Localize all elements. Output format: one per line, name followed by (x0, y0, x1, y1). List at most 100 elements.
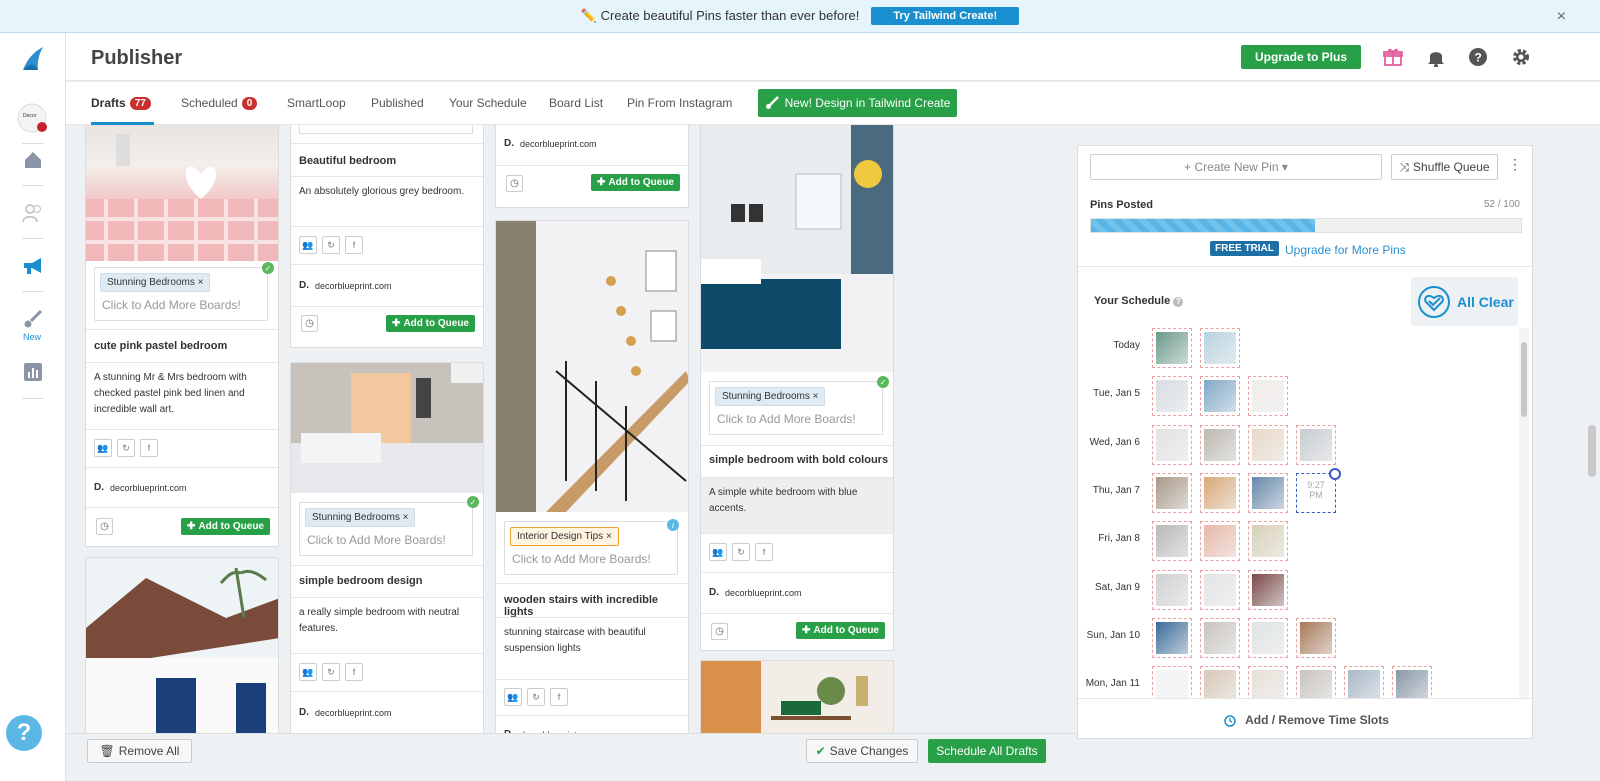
remove-tag-icon[interactable]: × (813, 391, 819, 402)
design-brush-icon[interactable] (21, 307, 45, 331)
board-selector[interactable]: Stunning Bedrooms × Click to Add More Bo… (299, 502, 473, 556)
scheduled-pin-thumbnail[interactable] (1152, 666, 1192, 698)
scheduled-pin-thumbnail[interactable] (1248, 376, 1288, 417)
scheduled-pin-thumbnail[interactable] (1200, 521, 1240, 562)
facebook-icon[interactable]: f (345, 236, 363, 254)
add-boards-placeholder[interactable]: Click to Add More Boards! (717, 412, 856, 426)
analytics-icon[interactable] (21, 360, 45, 384)
schedule-scrollbar[interactable] (1519, 328, 1529, 698)
remove-tag-icon[interactable]: × (198, 277, 204, 288)
pin-description[interactable]: An absolutely glorious grey bedroom. (299, 184, 477, 200)
info-icon[interactable]: i (667, 519, 679, 531)
scheduled-pin-thumbnail[interactable] (1248, 521, 1288, 562)
info-icon[interactable]: ? (1173, 297, 1184, 307)
page-scrollbar[interactable] (1588, 425, 1596, 477)
scheduled-pin-thumbnail[interactable] (1200, 569, 1240, 610)
board-selector[interactable]: Stunning Bedrooms × Click to Add More Bo… (709, 381, 883, 435)
tab-board-list[interactable]: Board List (549, 96, 603, 110)
add-to-queue-button[interactable]: ✚ Add to Queue (796, 622, 885, 639)
repeat-icon[interactable]: ↻ (117, 439, 135, 457)
pin-description[interactable]: a really simple bedroom with neutral fea… (299, 605, 477, 637)
scheduled-pin-thumbnail[interactable] (1152, 472, 1192, 513)
scheduled-pin-thumbnail[interactable] (1248, 424, 1288, 465)
people-icon[interactable]: 👥 (709, 543, 727, 561)
people-icon[interactable]: 👥 (94, 439, 112, 457)
pin-title[interactable]: cute pink pastel bedroom (94, 340, 227, 352)
scheduled-pin-thumbnail[interactable] (1200, 617, 1240, 658)
pin-image[interactable] (496, 221, 688, 512)
users-icon[interactable] (21, 201, 45, 225)
pin-title[interactable]: simple bedroom with bold colours (709, 454, 888, 466)
tab-drafts[interactable]: Drafts 77 (91, 96, 151, 110)
facebook-icon[interactable]: f (345, 663, 363, 681)
add-to-queue-button[interactable]: ✚ Add to Queue (386, 315, 475, 332)
pin-image[interactable] (86, 125, 278, 261)
scheduled-pin-thumbnail[interactable] (1344, 666, 1384, 698)
design-in-tailwind-create-button[interactable]: New! Design in Tailwind Create (758, 89, 957, 117)
home-icon[interactable] (21, 148, 45, 172)
schedule-clock-icon[interactable]: ◷ (506, 175, 523, 192)
add-boards-placeholder[interactable]: Click to Add More Boards! (512, 552, 651, 566)
pin-image[interactable] (701, 125, 893, 372)
schedule-all-drafts-button[interactable]: Schedule All Drafts (928, 739, 1046, 763)
pin-image[interactable] (86, 558, 278, 733)
facebook-icon[interactable]: f (755, 543, 773, 561)
tab-pin-from-instagram[interactable]: Pin From Instagram (627, 96, 732, 110)
tab-scheduled[interactable]: Scheduled 0 (181, 96, 258, 110)
add-remove-time-slots-button[interactable]: Add / Remove Time Slots (1078, 698, 1534, 740)
scheduled-pin-thumbnail[interactable] (1296, 617, 1336, 658)
empty-time-slot[interactable]: 9:27 PM (1296, 467, 1341, 513)
account-avatar[interactable]: Decor (17, 103, 47, 133)
scheduled-pin-thumbnail[interactable] (1248, 666, 1288, 698)
tab-published[interactable]: Published (371, 96, 424, 110)
scheduled-pin-thumbnail[interactable] (1200, 424, 1240, 465)
scheduled-pin-thumbnail[interactable] (1296, 666, 1336, 698)
scheduled-pin-thumbnail[interactable] (1200, 666, 1240, 698)
scheduled-pin-thumbnail[interactable] (1200, 376, 1240, 417)
repeat-icon[interactable]: ↻ (322, 663, 340, 681)
pin-title[interactable]: wooden stairs with incredible lights (504, 594, 688, 618)
try-tailwind-create-button[interactable]: Try Tailwind Create! (871, 7, 1020, 25)
scheduled-pin-thumbnail[interactable] (1152, 521, 1192, 562)
scheduled-pin-thumbnail[interactable] (1296, 424, 1336, 465)
people-icon[interactable]: 👥 (299, 663, 317, 681)
scheduled-pin-thumbnail[interactable] (1248, 617, 1288, 658)
remove-all-button[interactable]: 🗑 Remove All (87, 739, 192, 763)
scheduled-pin-thumbnail[interactable] (1248, 569, 1288, 610)
notifications-bell-icon[interactable] (1425, 46, 1447, 68)
tailwind-logo-icon[interactable] (21, 47, 45, 71)
help-chat-button[interactable]: ? (6, 715, 42, 751)
more-options-icon[interactable]: ⋮ (1508, 156, 1522, 173)
scheduled-pin-thumbnail[interactable] (1200, 328, 1240, 368)
scheduled-pin-thumbnail[interactable] (1152, 617, 1192, 658)
publisher-megaphone-icon[interactable] (21, 254, 45, 278)
people-icon[interactable]: 👥 (299, 236, 317, 254)
pin-title[interactable]: Beautiful bedroom (299, 155, 396, 167)
schedule-clock-icon[interactable]: ◷ (711, 623, 728, 640)
help-icon[interactable]: ? (1467, 46, 1489, 68)
board-selector[interactable]: Stunning Bedrooms × Click to Add More Bo… (94, 267, 268, 321)
add-to-queue-button[interactable]: ✚ Add to Queue (591, 174, 680, 191)
tab-your-schedule[interactable]: Your Schedule (449, 96, 527, 110)
facebook-icon[interactable]: f (550, 688, 568, 706)
pin-description[interactable]: stunning staircase with beautiful suspen… (504, 625, 682, 657)
people-icon[interactable]: 👥 (504, 688, 522, 706)
scheduled-pin-thumbnail[interactable] (1152, 328, 1192, 368)
scheduled-pin-thumbnail[interactable] (1152, 376, 1192, 417)
scheduled-pin-thumbnail[interactable] (1152, 424, 1192, 465)
schedule-clock-icon[interactable]: ◷ (301, 315, 318, 332)
banner-close-icon[interactable]: × (1557, 8, 1566, 26)
add-boards-placeholder[interactable]: Click to Add More Boards! (307, 533, 446, 547)
pin-image[interactable] (291, 363, 483, 493)
scheduled-pin-thumbnail[interactable] (1152, 569, 1192, 610)
remove-tag-icon[interactable]: × (403, 512, 409, 523)
schedule-clock-icon[interactable]: ◷ (96, 518, 113, 535)
pin-description[interactable]: A stunning Mr & Mrs bedroom with checked… (94, 370, 272, 418)
settings-gear-icon[interactable] (1510, 46, 1532, 68)
repeat-icon[interactable]: ↻ (732, 543, 750, 561)
remove-tag-icon[interactable]: × (606, 531, 612, 542)
repeat-icon[interactable]: ↻ (322, 236, 340, 254)
add-to-queue-button[interactable]: ✚ Add to Queue (181, 518, 270, 535)
shuffle-queue-button[interactable]: ⤨ Shuffle Queue (1391, 154, 1498, 180)
scheduled-pin-thumbnail[interactable] (1392, 666, 1432, 698)
